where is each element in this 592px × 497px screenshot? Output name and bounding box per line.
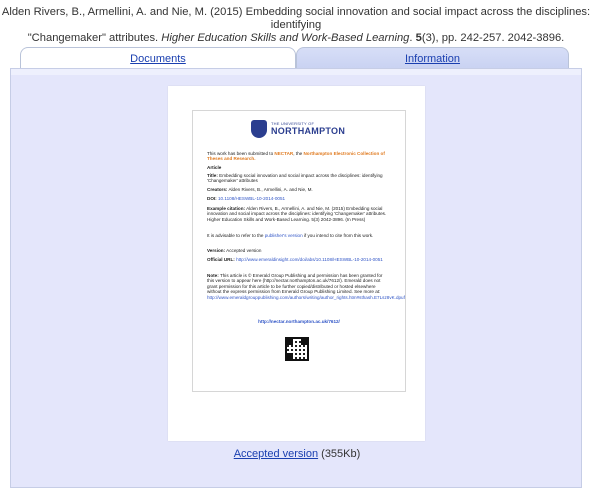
file-size: (355Kb) bbox=[318, 448, 361, 460]
tab-documents-link[interactable]: Documents bbox=[130, 53, 186, 65]
advisable-line: It is advisable to refer to the publishe… bbox=[207, 233, 374, 238]
university-shield-icon bbox=[251, 120, 267, 138]
tab-information-link[interactable]: Information bbox=[405, 53, 460, 65]
tab-information[interactable]: Information bbox=[296, 47, 569, 69]
citation-pages: (3), pp. 242-257. 2042-3896. bbox=[421, 32, 565, 44]
panel-top-band bbox=[11, 69, 581, 75]
qr-code-icon bbox=[285, 337, 309, 361]
title-line: Title: Embedding social innovation and s… bbox=[207, 173, 383, 184]
accepted-version-link[interactable]: Accepted version bbox=[234, 448, 318, 460]
version-line: Version: Accepted version bbox=[207, 248, 262, 253]
official-url-line: Official URL: http://www.emeraldinsight.… bbox=[207, 257, 383, 262]
creators-line: Creators: Alden Rivers, B., Armellini, A… bbox=[207, 187, 313, 192]
logo-big-text: NORTHAMPTON bbox=[271, 126, 346, 136]
nectar-url: http://nectar.northampton.ac.uk/7612/ bbox=[258, 319, 340, 324]
tab-documents[interactable]: Documents bbox=[20, 47, 296, 69]
citation-line1: Alden Rivers, B., Armellini, A. and Nie,… bbox=[1, 6, 591, 31]
note-line: Note: This article is © Emerald Group Pu… bbox=[207, 273, 405, 300]
example-citation: Example citation: Alden Rivers, B., Arme… bbox=[207, 206, 387, 222]
accepted-version-line: Accepted version (355Kb) bbox=[11, 448, 583, 460]
submitted-line: This work has been submitted to NECTAR, … bbox=[207, 151, 385, 162]
northampton-logo: THE UNIVERSITY OF NORTHAMPTON bbox=[251, 120, 351, 140]
document-thumbnail[interactable]: THE UNIVERSITY OF NORTHAMPTON This work … bbox=[168, 86, 425, 441]
citation-line2: "Changemaker" attributes. bbox=[27, 32, 159, 44]
tab-bar: Documents Information bbox=[20, 47, 569, 69]
documents-panel: THE UNIVERSITY OF NORTHAMPTON This work … bbox=[10, 68, 582, 488]
citation-journal: Higher Education Skills and Work-Based L… bbox=[161, 32, 410, 44]
citation: Alden Rivers, B., Armellini, A. and Nie,… bbox=[0, 6, 592, 45]
doi-line: DOI: 10.1108/HESWBL-10-2014-0051 bbox=[207, 196, 286, 201]
article-label: Article bbox=[207, 165, 222, 170]
document-page: THE UNIVERSITY OF NORTHAMPTON This work … bbox=[192, 110, 406, 392]
